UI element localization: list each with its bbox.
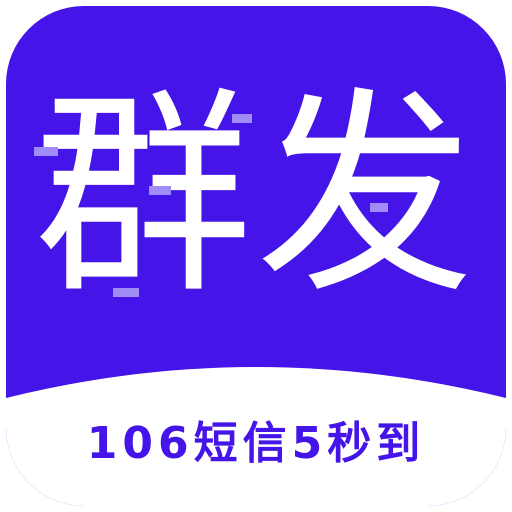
app-icon[interactable]: 群发 106短信5秒到 (6, 6, 506, 506)
tagline: 106短信5秒到 (86, 418, 426, 469)
app-icon-canvas: 群发 106短信5秒到 (0, 0, 512, 512)
